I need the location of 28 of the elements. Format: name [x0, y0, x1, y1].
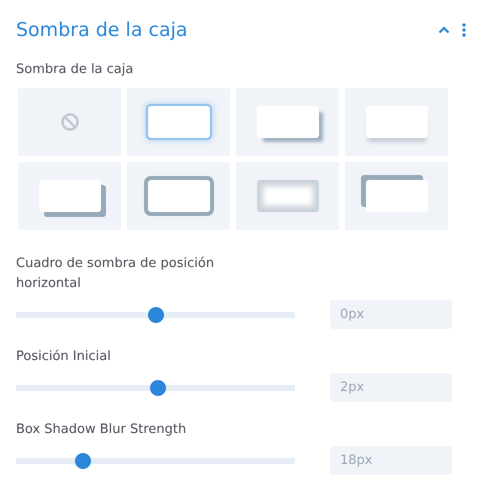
more-icon [462, 23, 466, 37]
shadow-preview [366, 180, 428, 212]
slider-thumb[interactable] [150, 380, 166, 396]
more-options-button[interactable] [460, 21, 468, 39]
shadow-preview [148, 180, 210, 212]
shadow-preset-option[interactable] [127, 88, 230, 156]
prohibited-icon [60, 113, 78, 131]
field-label: Box Shadow Blur Strength [16, 421, 188, 439]
shadow-preset-option[interactable] [127, 162, 230, 230]
field-label: Sombra de la caja [16, 61, 134, 79]
collapse-button[interactable] [436, 24, 452, 36]
shadow-preset-option[interactable] [345, 162, 448, 230]
shadow-preset-option[interactable] [18, 162, 121, 230]
slider-thumb[interactable] [148, 306, 164, 322]
value-field[interactable]: 0px [330, 300, 452, 329]
shadow-preview [256, 106, 318, 138]
shadow-preview [38, 180, 100, 212]
field-label: Cuadro de sombra de posición horizontal [16, 255, 216, 293]
shadow-preset-option[interactable] [236, 88, 339, 156]
shadow-preview [148, 106, 210, 138]
chevron-icon [438, 26, 450, 34]
value-field[interactable]: 18px [330, 446, 452, 475]
shadow-preview [256, 180, 318, 212]
field-label: Posición Inicial [16, 348, 112, 366]
shadow-preview [366, 106, 428, 138]
slider-thumb[interactable] [74, 452, 91, 468]
value-field[interactable]: 2px [330, 373, 452, 402]
section-title: Sombra de la caja [16, 19, 189, 41]
